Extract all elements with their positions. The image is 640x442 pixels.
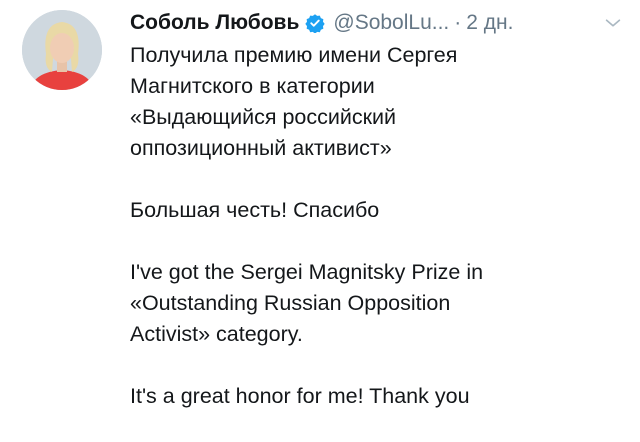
tweet-paragraph: I've got the Sergei Magnitsky Prize in «… <box>130 257 630 350</box>
tweet-line: «Выдающийся российский <box>130 105 397 129</box>
avatar[interactable] <box>22 10 102 90</box>
tweet-line: It's a great honor for me! Thank you <box>130 384 470 408</box>
tweet-paragraph: It's a great honor for me! Thank you <box>130 381 630 412</box>
author-handle[interactable]: @SobolLu... <box>333 10 449 36</box>
tweet[interactable]: Соболь Любовь @SobolLu... · 2 дн. Получи… <box>0 0 640 442</box>
tweet-line: Большая честь! Спасибо <box>130 198 380 222</box>
tweet-line: Activist» category. <box>130 322 303 346</box>
tweet-line: оппозиционный активист» <box>130 136 392 160</box>
tweet-header: Соболь Любовь @SobolLu... · 2 дн. <box>130 8 626 38</box>
author-name[interactable]: Соболь Любовь <box>130 10 299 36</box>
avatar-photo-icon <box>22 10 102 90</box>
tweet-line: Получила премию имени Сергея <box>130 43 458 67</box>
header-separator: · <box>454 11 462 34</box>
tweet-line: Магнитского в категории <box>130 74 375 98</box>
timestamp[interactable]: 2 дн. <box>466 10 513 36</box>
verified-badge-icon <box>305 14 326 33</box>
tweet-paragraph: Большая честь! Спасибо <box>130 195 630 226</box>
tweet-line: «Outstanding Russian Opposition <box>130 291 451 315</box>
tweet-line: I've got the Sergei Magnitsky Prize in <box>130 260 484 284</box>
chevron-down-icon[interactable] <box>602 12 624 34</box>
tweet-paragraph: Получила премию имени Сергея Магнитского… <box>130 40 630 164</box>
tweet-text: Получила премию имени Сергея Магнитского… <box>130 40 630 412</box>
